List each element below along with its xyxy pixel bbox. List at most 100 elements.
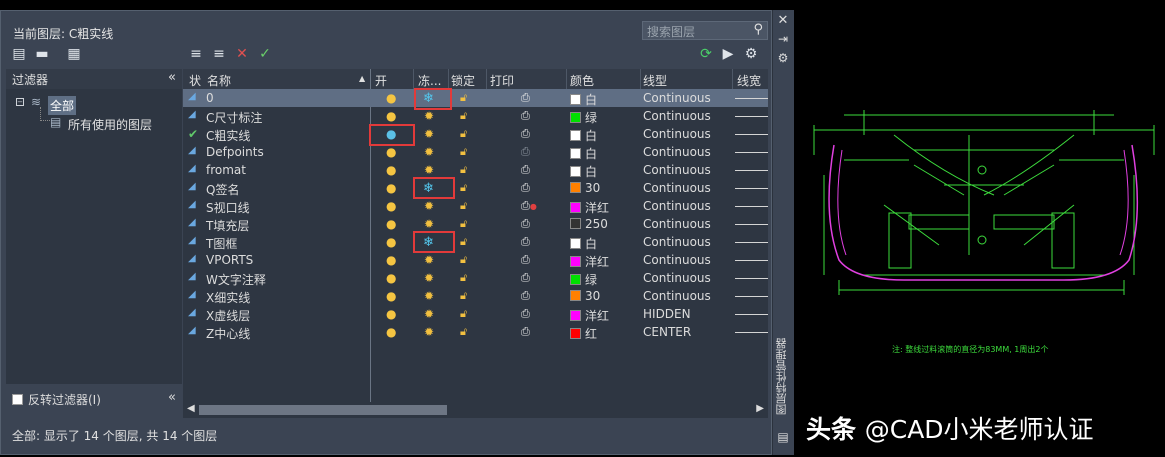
bulb-on-icon[interactable]: ● xyxy=(386,307,396,321)
col-name[interactable]: 名称 xyxy=(207,72,231,89)
collapse-icon[interactable]: « xyxy=(168,390,176,405)
printer-icon[interactable]: ⎙ xyxy=(521,253,530,267)
layer-row[interactable]: ◢ C尺寸标注 ● ✹ 🔓︎ ⎙ 绿 Continuous xyxy=(183,107,768,125)
lineweight-sample[interactable] xyxy=(735,242,768,243)
layer-row[interactable]: ◢ T图框 ● ❄ 🔓︎ ⎙ 白 Continuous xyxy=(183,233,768,251)
layer-color[interactable]: 洋红 xyxy=(570,307,609,324)
bulb-on-icon[interactable]: ● xyxy=(386,163,396,177)
layer-row[interactable]: ◢ T填充层 ● ✹ 🔓︎ ⎙ 250 Continuous xyxy=(183,215,768,233)
thawed-sun-icon[interactable]: ✹ xyxy=(424,253,434,267)
col-status[interactable]: 状 xyxy=(189,72,201,89)
layer-color[interactable]: 250 xyxy=(570,217,608,231)
unlocked-padlock-icon[interactable]: 🔓︎ xyxy=(460,217,467,231)
layer-linetype[interactable]: Continuous xyxy=(643,253,711,267)
layer-linetype[interactable]: Continuous xyxy=(643,217,711,231)
layer-row[interactable]: ◢ Z中心线 ● ✹ 🔓︎ ⎙ 红 CENTER xyxy=(183,323,768,341)
layer-name[interactable]: W文字注释 xyxy=(206,271,266,288)
auto-hide-icon[interactable]: ⇥ xyxy=(776,32,790,46)
printer-icon[interactable]: ⎙ xyxy=(521,325,530,339)
unlocked-padlock-icon[interactable]: 🔓︎ xyxy=(460,235,467,249)
printer-icon[interactable]: ⎙ xyxy=(521,163,530,177)
unlocked-padlock-icon[interactable]: 🔓︎ xyxy=(460,163,467,177)
bulb-on-icon[interactable]: ● xyxy=(386,271,396,285)
layer-color[interactable]: 白 xyxy=(570,235,597,252)
lineweight-sample[interactable] xyxy=(735,170,768,171)
col-freeze[interactable]: 冻... xyxy=(418,72,441,89)
layer-states-manager-icon[interactable]: ▦ xyxy=(65,46,83,62)
bulb-on-icon[interactable]: ● xyxy=(386,325,396,339)
col-on[interactable]: 开 xyxy=(375,72,387,89)
layer-row[interactable]: ◢ VPORTS ● ✹ 🔓︎ ⎙ 洋红 Continuous xyxy=(183,251,768,269)
bulb-on-icon[interactable]: ● xyxy=(386,109,396,123)
layer-color[interactable]: 绿 xyxy=(570,271,597,288)
layer-name[interactable]: C尺寸标注 xyxy=(206,109,262,126)
layer-name[interactable]: C粗实线 xyxy=(206,127,250,144)
unlocked-padlock-icon[interactable]: 🔓︎ xyxy=(460,199,467,213)
bulb-on-icon[interactable]: ● xyxy=(386,253,396,267)
layer-linetype[interactable]: Continuous xyxy=(643,91,711,105)
printer-icon[interactable]: ⎙ xyxy=(521,289,530,303)
layer-color[interactable]: 红 xyxy=(570,325,597,342)
lineweight-sample[interactable] xyxy=(735,152,768,153)
thawed-sun-icon[interactable]: ✹ xyxy=(424,109,434,123)
scroll-thumb[interactable] xyxy=(199,405,447,415)
printer-icon[interactable]: ⎙ xyxy=(521,145,530,159)
close-icon[interactable]: ✕ xyxy=(776,13,790,28)
layer-row[interactable]: ◢ S视口线 ● ✹ 🔓︎ ⎙● 洋红 Continuous xyxy=(183,197,768,215)
layer-linetype[interactable]: HIDDEN xyxy=(643,307,691,321)
thawed-sun-icon[interactable]: ✹ xyxy=(424,289,434,303)
printer-icon[interactable]: ⎙ xyxy=(521,307,530,321)
layer-row[interactable]: ◢ W文字注释 ● ✹ 🔓︎ ⎙ 绿 Continuous xyxy=(183,269,768,287)
lineweight-sample[interactable] xyxy=(735,278,768,279)
lineweight-sample[interactable] xyxy=(735,260,768,261)
thawed-sun-icon[interactable]: ✹ xyxy=(424,163,434,177)
layer-linetype[interactable]: Continuous xyxy=(643,163,711,177)
col-linetype[interactable]: 线型 xyxy=(643,72,667,89)
bulb-on-icon[interactable]: ● xyxy=(386,289,396,303)
layer-color[interactable]: 白 xyxy=(570,127,597,144)
new-layer-vp-frozen-icon[interactable]: ≡ xyxy=(210,46,228,62)
layer-row[interactable]: ◢ 0 ● ❄ 🔓︎ ⎙ 白 Continuous xyxy=(183,89,768,107)
layer-name[interactable]: X细实线 xyxy=(206,289,250,306)
lineweight-sample[interactable] xyxy=(735,314,768,315)
printer-icon[interactable]: ⎙ xyxy=(521,181,530,195)
new-layer-icon[interactable]: ≡ xyxy=(187,46,205,62)
layer-color[interactable]: 30 xyxy=(570,289,600,303)
search-icon[interactable]: ⚲ xyxy=(753,22,763,37)
lineweight-sample[interactable] xyxy=(735,296,768,297)
layer-linetype[interactable]: Continuous xyxy=(643,199,711,213)
layer-row[interactable]: ◢ X虚线层 ● ✹ 🔓︎ ⎙ 洋红 HIDDEN xyxy=(183,305,768,323)
refresh-icon[interactable]: ⟳ xyxy=(697,46,715,62)
layer-linetype[interactable]: Continuous xyxy=(643,127,711,141)
col-lock[interactable]: 锁定 xyxy=(451,72,475,89)
layer-name[interactable]: fromat xyxy=(206,163,246,177)
unlocked-padlock-icon[interactable]: 🔓︎ xyxy=(460,109,467,123)
layer-color[interactable]: 洋红 xyxy=(570,253,609,270)
col-color[interactable]: 颜色 xyxy=(570,72,594,89)
gear-icon[interactable]: ⚙ xyxy=(742,46,760,62)
lineweight-sample[interactable] xyxy=(735,188,768,189)
thawed-sun-icon[interactable]: ✹ xyxy=(424,325,434,339)
printer-icon[interactable]: ⎙ xyxy=(521,127,530,141)
unlocked-padlock-icon[interactable]: 🔓︎ xyxy=(460,307,467,321)
bulb-on-icon[interactable]: ● xyxy=(386,145,396,159)
thawed-sun-icon[interactable]: ✹ xyxy=(424,217,434,231)
bulb-on-icon[interactable]: ● xyxy=(386,217,396,231)
lineweight-sample[interactable] xyxy=(735,332,768,333)
layer-linetype[interactable]: Continuous xyxy=(643,289,711,303)
layer-row[interactable]: ◢ Q签名 ● ❄ 🔓︎ ⎙ 30 Continuous xyxy=(183,179,768,197)
layer-row[interactable]: ◢ X细实线 ● ✹ 🔓︎ ⎙ 30 Continuous xyxy=(183,287,768,305)
col-lineweight[interactable]: 线宽 xyxy=(737,72,761,89)
layer-name[interactable]: T图框 xyxy=(206,235,237,252)
layer-name[interactable]: 0 xyxy=(206,91,214,105)
invert-filter[interactable]: 反转过滤器(I) « xyxy=(6,388,182,410)
collapse-filters-icon[interactable]: « xyxy=(168,70,176,85)
layer-linetype[interactable]: Continuous xyxy=(643,271,711,285)
printer-icon[interactable]: ⎙ xyxy=(521,91,530,105)
bulb-on-icon[interactable]: ● xyxy=(386,199,396,213)
layer-name[interactable]: X虚线层 xyxy=(206,307,250,324)
new-property-filter-icon[interactable]: ▤ xyxy=(10,46,28,62)
layer-name[interactable]: T填充层 xyxy=(206,217,249,234)
new-group-filter-icon[interactable]: ▬ xyxy=(33,46,51,62)
layer-name[interactable]: Q签名 xyxy=(206,181,239,198)
